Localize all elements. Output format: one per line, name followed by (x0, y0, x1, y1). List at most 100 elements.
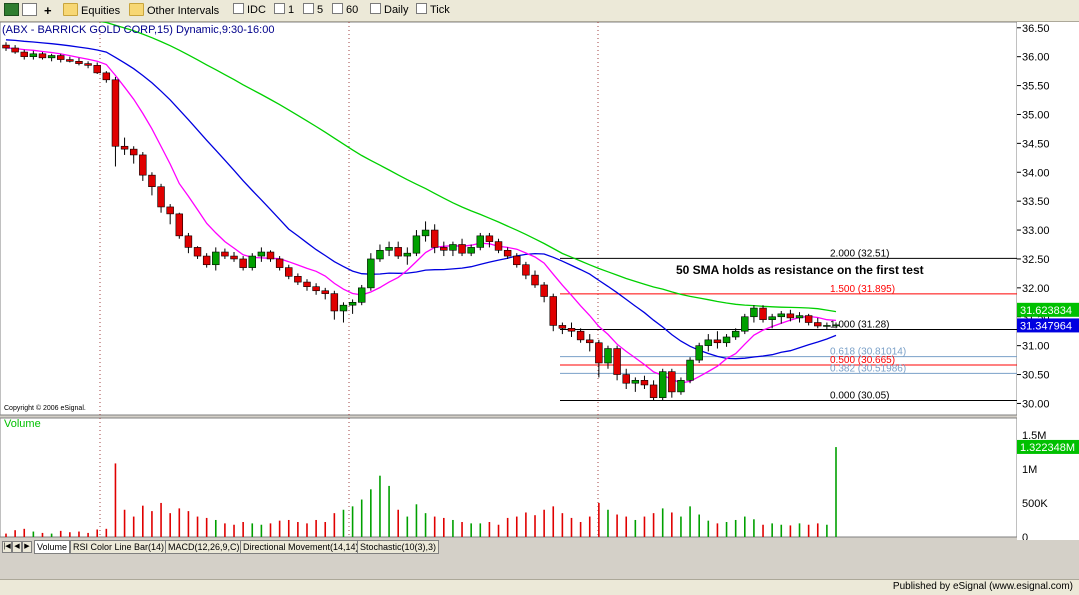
candle-body (777, 313, 785, 318)
chart-icon (4, 3, 19, 16)
fib-label: 2.000 (32.51) (830, 248, 890, 259)
checkbox-icon (233, 3, 244, 14)
interval-5-label: 5 (317, 4, 324, 16)
candle-body (741, 316, 749, 332)
price-tick-label: 32.00 (1022, 283, 1050, 295)
candle-body (303, 281, 311, 287)
candle-body (184, 235, 193, 248)
candle-body (403, 252, 412, 257)
checkbox-icon (370, 3, 381, 14)
candle-body (376, 249, 384, 260)
candle-body (704, 339, 713, 346)
folder-icon (129, 3, 144, 16)
price-tick-label: 33.50 (1022, 196, 1050, 208)
candle-body (193, 247, 202, 257)
candle-body (668, 371, 676, 393)
candle-body (38, 53, 47, 59)
candle-body (75, 60, 83, 64)
candle-body (549, 296, 557, 326)
candle-body (148, 174, 156, 188)
daily-button[interactable]: Daily (370, 3, 408, 18)
price-axis-panel (1017, 22, 1079, 540)
candle-body (348, 302, 357, 306)
candle-body (29, 53, 38, 57)
candle-body (412, 235, 421, 254)
symbol-button[interactable] (4, 3, 22, 18)
equities-label: Equities (81, 5, 121, 17)
scroll-first-icon[interactable]: |◀ (2, 541, 12, 553)
price-tick-label: 36.50 (1022, 23, 1050, 35)
candle-body (394, 247, 402, 257)
add-icon[interactable]: + (44, 3, 52, 18)
price-tick-label: 34.50 (1022, 138, 1050, 150)
candle-body (558, 325, 567, 329)
chart-area[interactable]: 36.50 36.00 35.50 35.00 34.50 34.00 33.50 33.00… (0, 10, 1079, 579)
tab-rsi[interactable]: RSI Color Line Bar(14) (70, 540, 168, 554)
interval-1-button[interactable]: 1 (274, 3, 294, 18)
idc-button[interactable]: IDC (233, 3, 266, 18)
copyright-text: Copyright © 2006 eSignal. (4, 404, 86, 412)
tab-volume[interactable]: Volume (34, 540, 71, 554)
status-bar: Published by eSignal (www.esignal.com) (0, 579, 1079, 595)
candle-body (494, 241, 503, 251)
candle-body (804, 315, 813, 323)
tick-button[interactable]: Tick (416, 3, 450, 18)
candle-body (713, 339, 722, 344)
candle-body (586, 339, 594, 344)
candle-body (832, 324, 840, 327)
volume-panel-label: Volume (4, 418, 41, 430)
candle-body (57, 55, 65, 60)
tab-directional-movement[interactable]: Directional Movement(14,14) (240, 540, 362, 554)
candle-body (102, 72, 111, 81)
candle-body (139, 154, 147, 176)
candle-body (631, 380, 640, 384)
candle-body (66, 59, 74, 62)
symbol-box[interactable] (22, 3, 40, 18)
candle-body (275, 258, 284, 268)
candle-body (795, 315, 804, 319)
candle-body (312, 286, 320, 292)
interval-1-label: 1 (288, 4, 295, 16)
candle-body (357, 287, 366, 303)
candle-body (339, 304, 348, 312)
scroll-left-icon[interactable]: ◀ (12, 541, 22, 553)
tab-stochastic[interactable]: Stochastic(10(3),3) (357, 540, 440, 554)
candle-body (467, 247, 475, 254)
candle-body (239, 258, 247, 268)
equities-menu[interactable]: Equities (63, 3, 120, 18)
price-tick-label: 31.00 (1022, 341, 1050, 353)
candle-body (540, 284, 548, 297)
candle-body (84, 63, 92, 66)
candle-body (212, 251, 220, 266)
interval-60-button[interactable]: 60 (332, 3, 358, 18)
candle-body (20, 51, 28, 57)
candle-body (120, 145, 129, 150)
other-intervals-label: Other Intervals (147, 5, 220, 17)
candle-body (686, 359, 694, 381)
candle-body (750, 307, 758, 318)
interval-5-button[interactable]: 5 (303, 3, 323, 18)
candle-body (449, 244, 457, 251)
price-tick-label: 35.50 (1022, 81, 1050, 93)
candle-body (658, 371, 667, 398)
symbol-icon (22, 3, 37, 16)
candle-body (129, 148, 138, 156)
candle-body (622, 374, 630, 384)
candle-body (166, 206, 174, 215)
scroll-right-icon[interactable]: ▶ (22, 541, 32, 553)
candle-body (814, 322, 822, 327)
tab-macd[interactable]: MACD(12,26,9,C) (165, 540, 243, 554)
price-chart[interactable]: 36.50 36.00 35.50 35.00 34.50 34.00 33.50 33.00… (0, 10, 1079, 579)
annotation-text: 50 SMA holds as resistance on the first … (676, 263, 924, 277)
price-flag-label: 31.623834 (1020, 305, 1072, 317)
candle-body (285, 267, 293, 277)
candle-body (294, 275, 302, 283)
candle-body (47, 55, 56, 59)
fib-label: 0.000 (30.05) (830, 391, 890, 402)
other-intervals-menu[interactable]: Other Intervals (129, 3, 219, 18)
candle-body (522, 264, 530, 276)
toolbar: + Equities Other Intervals IDC 1 5 60 Da… (0, 0, 1079, 22)
volume-tick-label: 1M (1022, 464, 1037, 476)
candle-body (476, 235, 485, 248)
interval-60-label: 60 (346, 4, 359, 16)
